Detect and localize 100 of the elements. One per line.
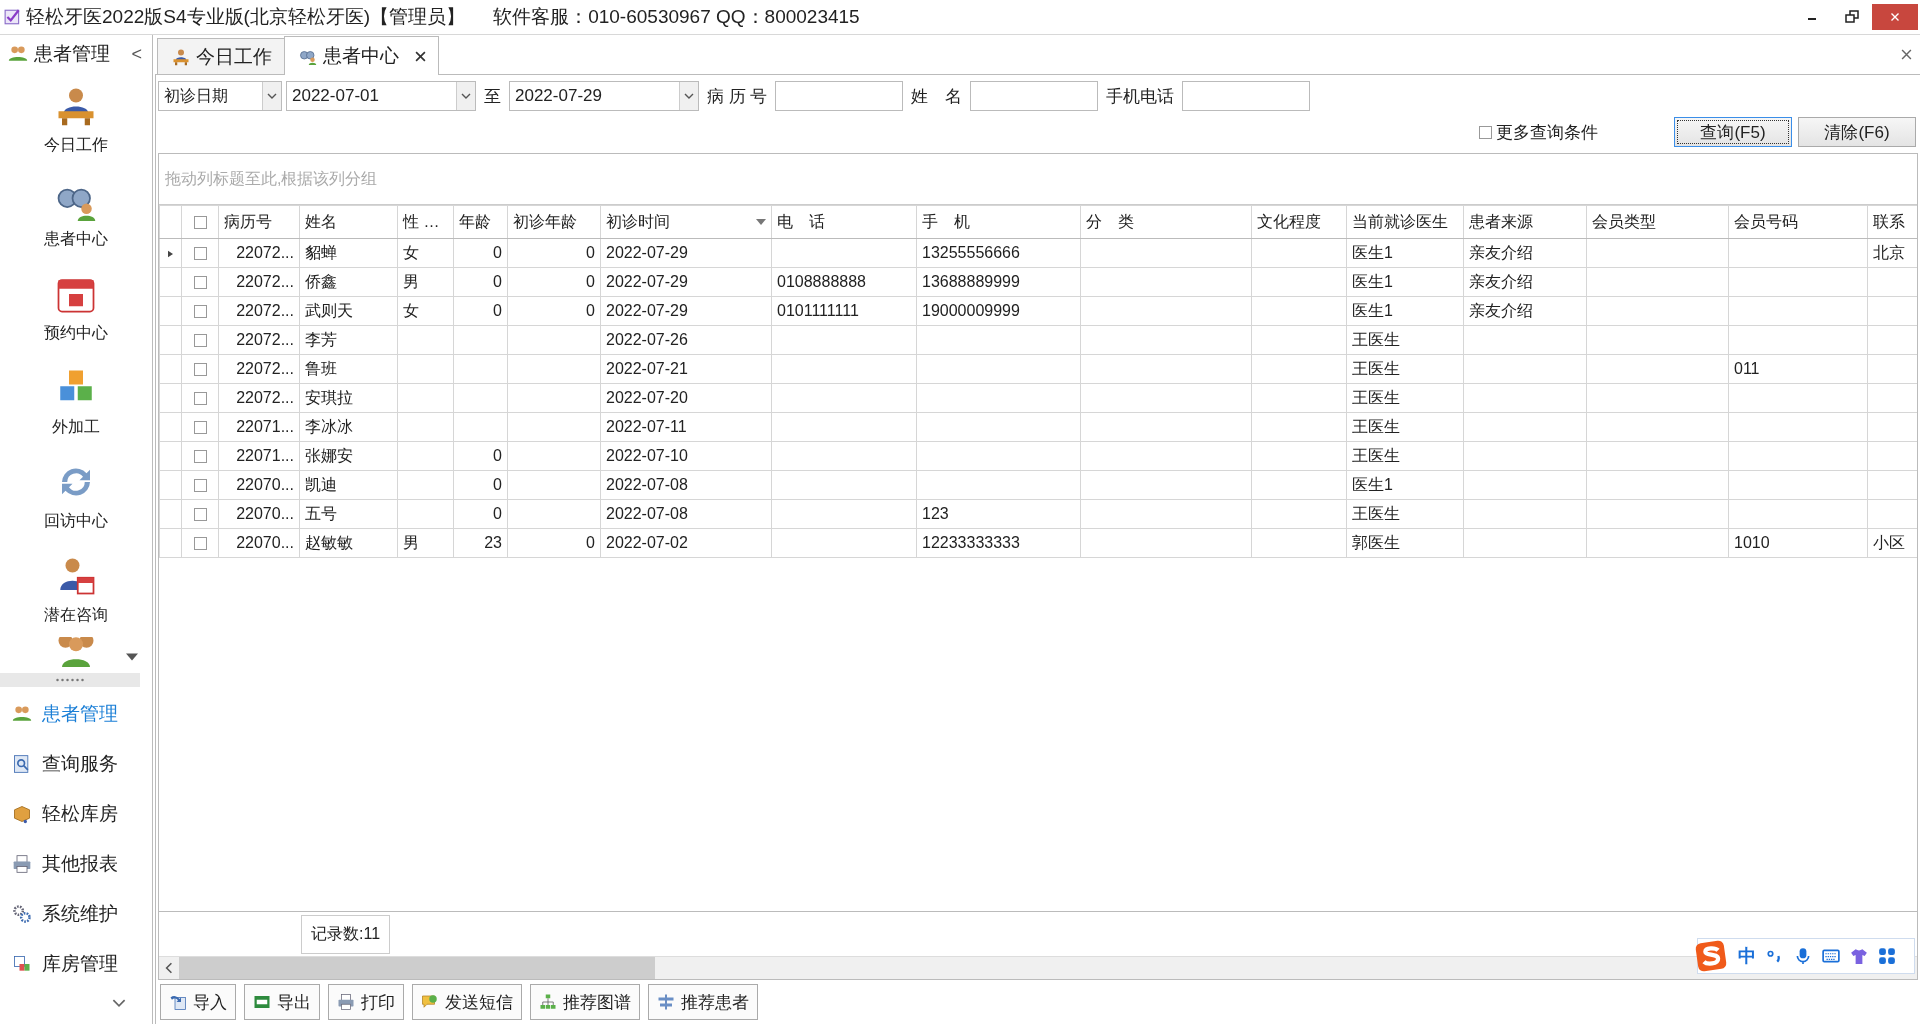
column-header[interactable]: 手 机 (916, 205, 1081, 239)
shirt-icon[interactable] (1850, 947, 1868, 965)
keyboard-icon[interactable] (1822, 947, 1840, 965)
s-logo-icon[interactable] (1694, 939, 1728, 973)
toolbar-button[interactable]: 导出 (244, 984, 320, 1020)
table-cell: 五号 (299, 499, 398, 529)
sidebar-item[interactable]: 回访中心 (44, 510, 108, 532)
tab[interactable]: 患者中心 (284, 36, 439, 75)
hierarchy-icon (539, 993, 557, 1011)
name-field[interactable] (970, 81, 1099, 111)
checkbox-label[interactable]: 更多查询条件 (1496, 120, 1598, 144)
dropdown-field[interactable]: 2022-07-29 (509, 81, 699, 111)
table-cell: 侨鑫 (299, 267, 398, 297)
column-header[interactable]: 当前就诊医生 (1346, 205, 1464, 239)
toolbar-button[interactable]: 推荐患者 (648, 984, 758, 1020)
toolbar-button[interactable]: 导入 (160, 984, 236, 1020)
dropdown-arrow-icon[interactable] (126, 653, 138, 661)
table-cell: 22070... (218, 499, 300, 529)
column-header[interactable]: 文化程度 (1251, 205, 1347, 239)
row-checkbox[interactable] (193, 508, 207, 522)
table-cell: 医生1 (1346, 238, 1464, 268)
clear-button[interactable]: 清除(F6) (1798, 117, 1916, 147)
row-checkbox[interactable] (193, 392, 207, 406)
microphone-icon[interactable] (1794, 947, 1812, 965)
nav-item[interactable]: 轻松库房 (42, 801, 118, 827)
column-header[interactable]: 初诊时间 (600, 205, 772, 239)
collapse-button[interactable]: < (131, 43, 142, 65)
tab[interactable]: 今日工作 (157, 38, 285, 74)
filter-label: 手机电话 (1105, 85, 1176, 108)
caret-icon (684, 93, 694, 99)
sidebar-item[interactable]: 预约中心 (44, 322, 108, 344)
nav-item[interactable]: 患者管理 (42, 701, 118, 727)
nav-item[interactable]: 系统维护 (42, 901, 118, 927)
select-all-checkbox[interactable] (193, 216, 207, 230)
input-mode-toggle[interactable]: 中 (1738, 944, 1756, 968)
table-cell: 22071... (218, 412, 300, 442)
sidebar-item[interactable]: 今日工作 (44, 134, 108, 156)
phone-field[interactable] (1182, 81, 1311, 111)
row-checkbox[interactable] (193, 363, 207, 377)
column-header[interactable]: 患者来源 (1463, 205, 1587, 239)
filter-caret-icon[interactable] (756, 219, 766, 225)
column-header[interactable]: 姓名 (299, 205, 398, 239)
splitter-grip[interactable] (0, 673, 140, 687)
toolbar-button[interactable]: 推荐图谱 (530, 984, 640, 1020)
caret-icon (267, 93, 277, 99)
nav-item[interactable]: 其他报表 (42, 851, 118, 877)
close-icon[interactable] (415, 50, 426, 62)
toolbar-button[interactable]: 打印 (328, 984, 404, 1020)
table-cell: 0 (453, 499, 508, 529)
table-cell: 12233333333 (916, 528, 1081, 558)
table-cell: 王医生 (1346, 499, 1464, 529)
dropdown-field[interactable]: 初诊日期 (158, 81, 282, 111)
scrollbar-thumb[interactable] (179, 957, 655, 979)
table-cell: 2022-07-26 (600, 325, 772, 355)
column-header[interactable]: 初诊年龄 (507, 205, 601, 239)
query-button[interactable]: 查询(F5) (1674, 117, 1792, 147)
column-header[interactable]: 会员号码 (1728, 205, 1868, 239)
row-checkbox[interactable] (193, 421, 207, 435)
table-cell: 22072... (218, 238, 300, 268)
sidebar-item[interactable]: 患者中心 (44, 228, 108, 250)
close-button[interactable] (1872, 4, 1918, 30)
table-cell: 郭医生 (1346, 528, 1464, 558)
close-icon[interactable] (1901, 49, 1912, 60)
row-checkbox[interactable] (193, 276, 207, 290)
table-cell: 0 (507, 238, 601, 268)
table-cell: 123 (916, 499, 1081, 529)
row-pointer-icon (168, 250, 173, 258)
nav-item[interactable]: 库房管理 (42, 951, 118, 977)
row-checkbox[interactable] (193, 537, 207, 551)
column-header[interactable]: 分 类 (1080, 205, 1252, 239)
row-checkbox[interactable] (193, 334, 207, 348)
row-checkbox[interactable] (193, 479, 207, 493)
record-number-field[interactable] (775, 81, 904, 111)
table-cell: 亲友介绍 (1463, 296, 1587, 326)
grid-icon[interactable] (1878, 947, 1896, 965)
column-header[interactable]: 年龄 (453, 205, 508, 239)
table-cell: 2022-07-29 (600, 296, 772, 326)
table-cell: 0 (453, 441, 508, 471)
row-checkbox[interactable] (193, 305, 207, 319)
row-checkbox[interactable] (193, 450, 207, 464)
nav-item[interactable]: 查询服务 (42, 751, 118, 777)
spreadsheet-icon (253, 993, 271, 1011)
dropdown-field[interactable]: 2022-07-01 (286, 81, 476, 111)
sidebar-item[interactable]: 潜在咨询 (44, 604, 108, 626)
checkbox[interactable] (1479, 125, 1492, 139)
table-cell: 女 (397, 296, 454, 326)
row-checkbox[interactable] (193, 247, 207, 261)
column-header[interactable]: 联系 (1867, 205, 1917, 239)
restore-icon[interactable] (1844, 9, 1860, 25)
table-cell: 王医生 (1346, 325, 1464, 355)
stacked-boxes-icon (12, 954, 32, 974)
column-header[interactable]: 电 话 (771, 205, 917, 239)
table-cell: 2022-07-21 (600, 354, 772, 384)
column-header[interactable]: 病历号 (218, 205, 300, 239)
scroll-left-icon[interactable] (165, 962, 173, 974)
toolbar-button[interactable]: 发送短信 (412, 984, 522, 1020)
sidebar-item[interactable]: 外加工 (52, 416, 100, 438)
column-header[interactable]: 会员类型 (1586, 205, 1729, 239)
column-header[interactable]: 性 … (397, 205, 454, 239)
chevron-down-icon[interactable] (112, 999, 126, 1008)
